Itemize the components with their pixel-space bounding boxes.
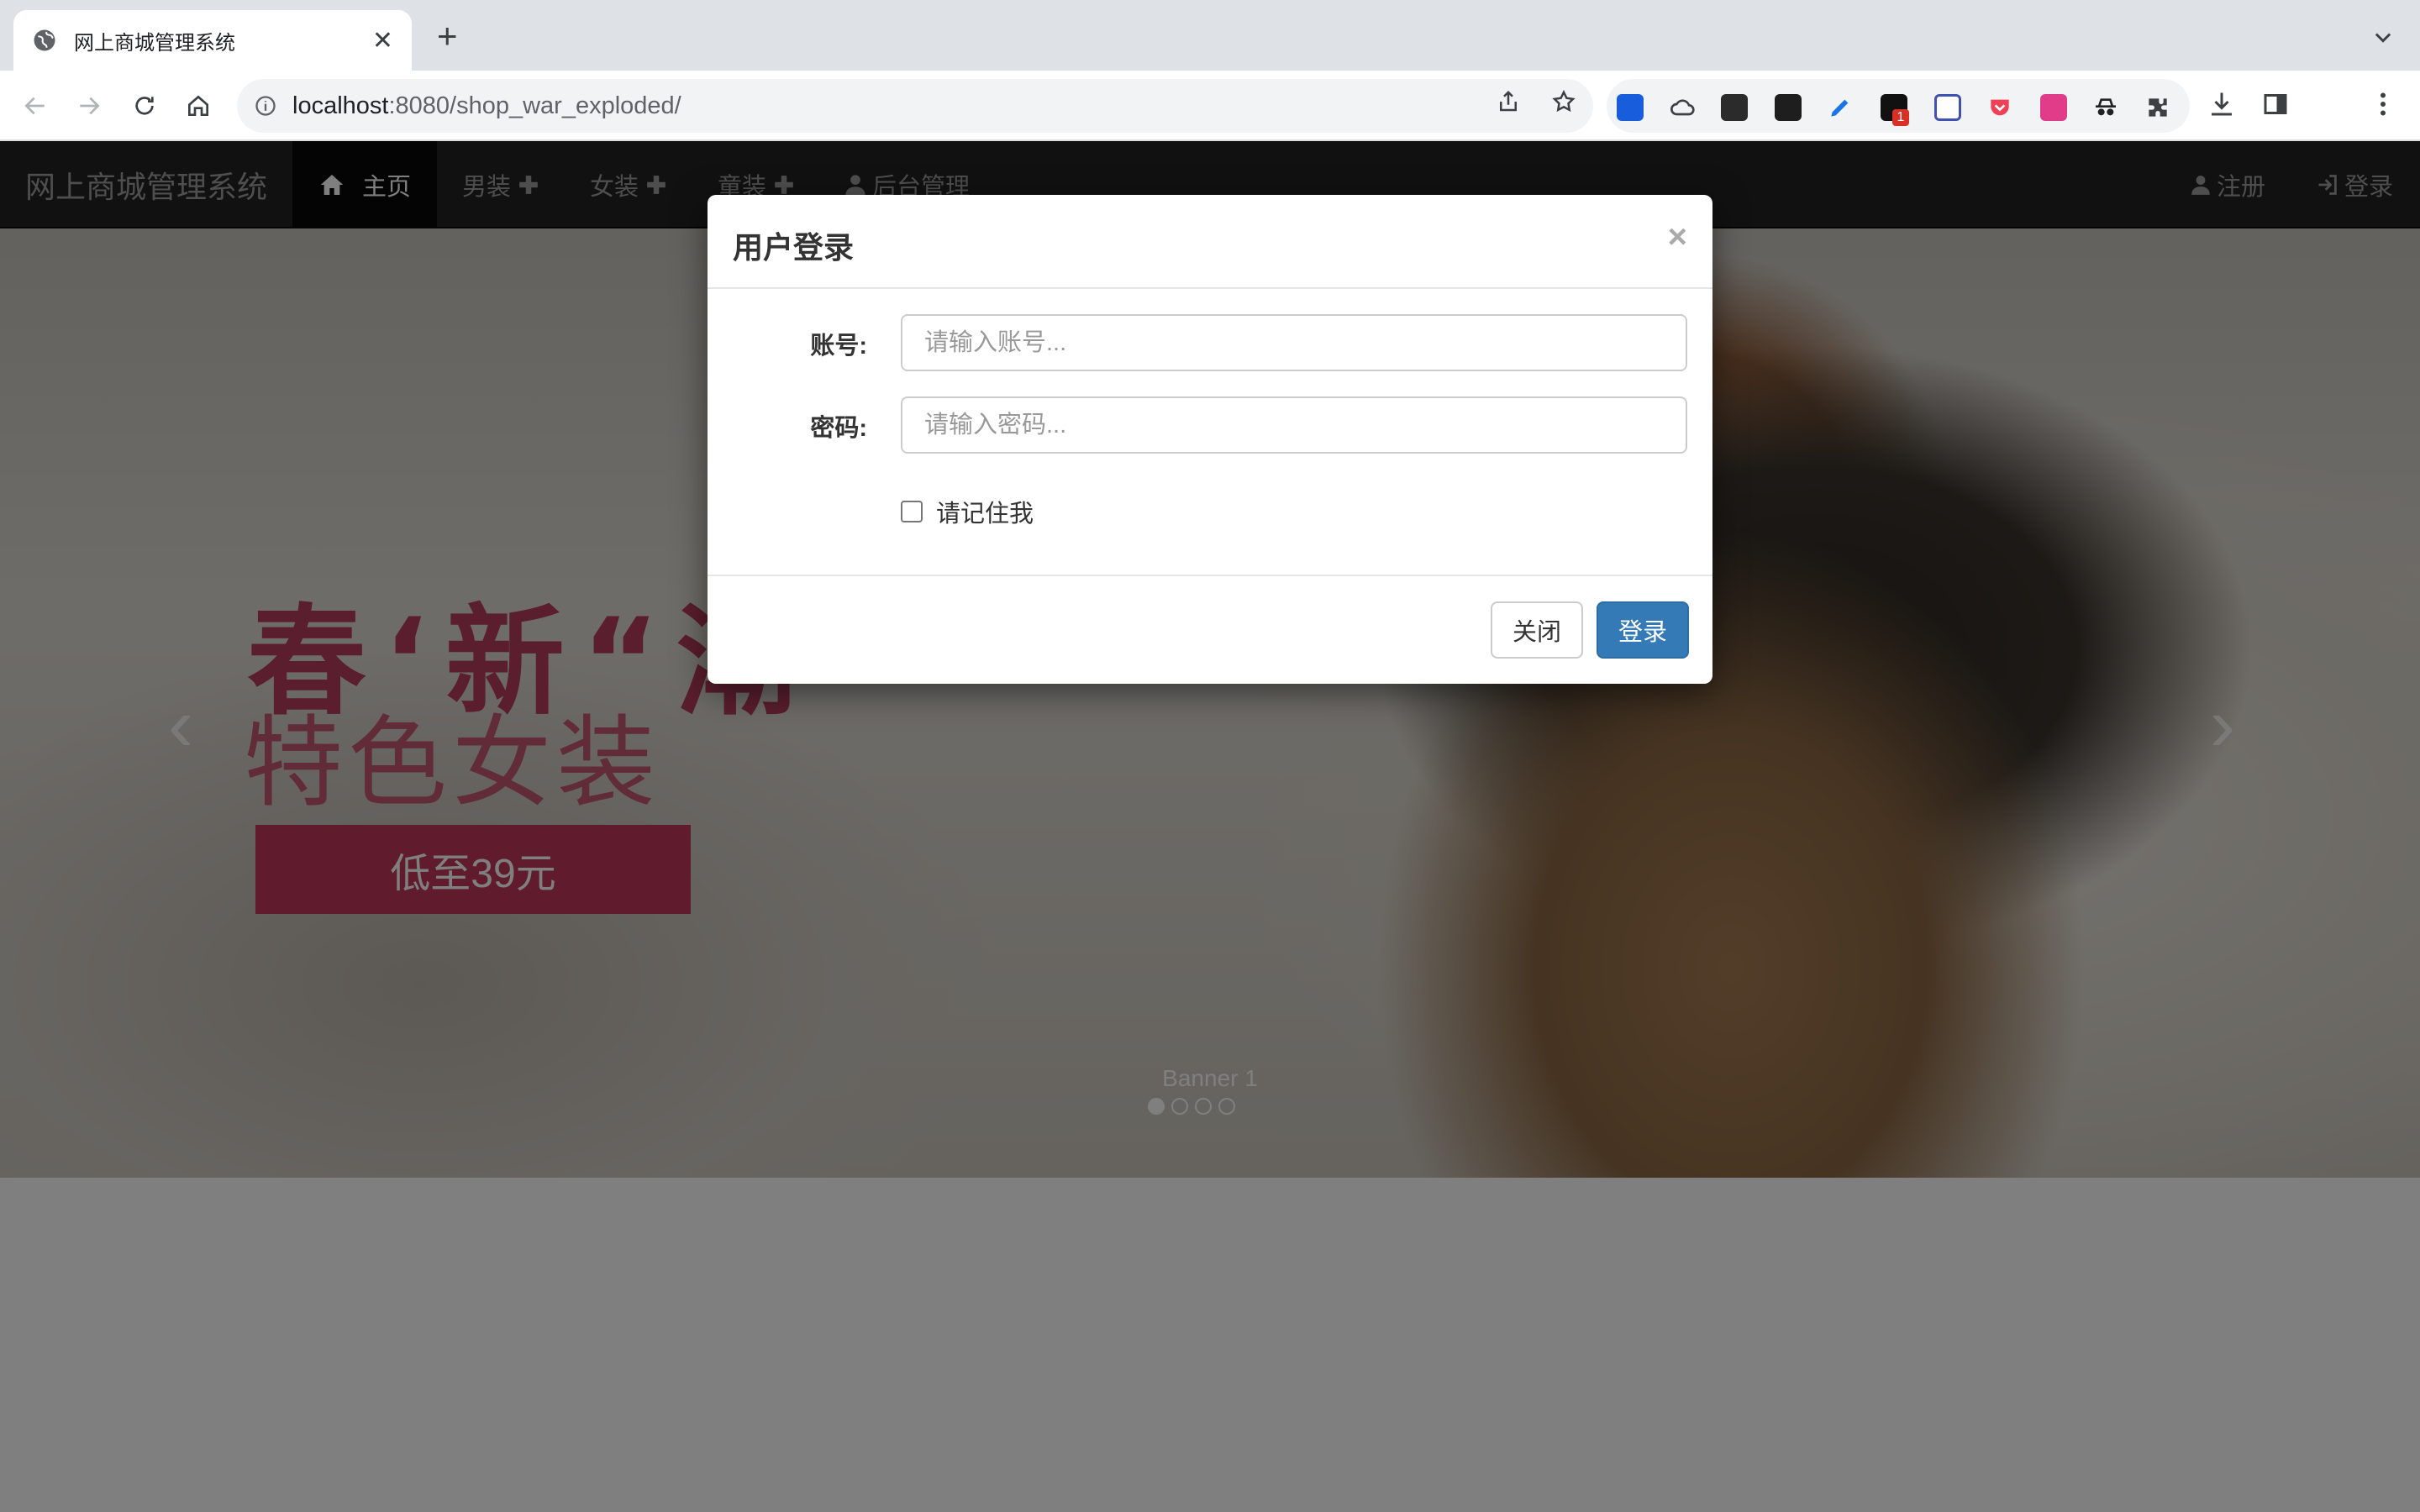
side-panel-icon[interactable] bbox=[2260, 89, 2291, 119]
password-input[interactable] bbox=[901, 396, 1687, 454]
back-icon[interactable] bbox=[18, 89, 52, 123]
password-label: 密码: bbox=[810, 415, 867, 442]
terminal-icon[interactable] bbox=[1775, 94, 1802, 121]
modal-header: 用户登录 × bbox=[708, 195, 1712, 289]
download-icon[interactable] bbox=[2207, 89, 2237, 119]
translate-icon[interactable] bbox=[2040, 94, 2067, 121]
remember-me-row[interactable]: 请记住我 bbox=[901, 494, 1034, 529]
pocket-icon[interactable] bbox=[1986, 94, 2013, 121]
bitwarden-icon[interactable] bbox=[1617, 94, 1644, 121]
dictionary-icon[interactable] bbox=[1721, 94, 1748, 121]
url-text: localhost:8080/shop_war_exploded/ bbox=[292, 92, 681, 119]
login-modal: 用户登录 × 账号: 密码: 请记住我 关闭 登录 bbox=[708, 195, 1712, 684]
new-tab-icon[interactable]: + bbox=[437, 18, 458, 54]
modal-title: 用户登录 bbox=[733, 230, 855, 265]
info-icon[interactable] bbox=[254, 94, 277, 118]
address-bar[interactable]: localhost:8080/shop_war_exploded/ bbox=[237, 79, 1593, 133]
cloud-icon[interactable] bbox=[1669, 94, 1696, 121]
browser-tabstrip: 网上商城管理系统 ✕ + bbox=[0, 0, 2420, 71]
extension-badge-icon[interactable]: 1 bbox=[1881, 94, 1909, 126]
remember-me-checkbox[interactable] bbox=[901, 501, 923, 522]
extension-badge: 1 bbox=[1892, 109, 1909, 126]
highlighter-icon[interactable] bbox=[1827, 94, 1854, 121]
modal-footer: 关闭 登录 bbox=[708, 575, 1712, 684]
chevron-down-icon[interactable] bbox=[2371, 25, 2395, 49]
close-tab-icon[interactable]: ✕ bbox=[372, 26, 393, 55]
extensions-area: 1 bbox=[1607, 79, 2190, 133]
tab-title: 网上商城管理系统 bbox=[74, 31, 235, 55]
browser-tab[interactable]: 网上商城管理系统 ✕ bbox=[13, 10, 412, 71]
remember-me-label[interactable]: 请记住我 bbox=[936, 494, 1034, 529]
close-button[interactable]: 关闭 bbox=[1491, 601, 1583, 659]
share-icon[interactable] bbox=[1496, 89, 1521, 114]
window-icon[interactable] bbox=[1934, 94, 1961, 121]
reload-icon[interactable] bbox=[128, 89, 161, 123]
incognito-icon[interactable] bbox=[2092, 94, 2119, 121]
browser-toolbar: localhost:8080/shop_war_exploded/ 1 bbox=[0, 71, 2420, 141]
puzzle-icon[interactable] bbox=[2144, 94, 2171, 121]
close-icon[interactable]: × bbox=[1668, 218, 1687, 256]
account-label: 账号: bbox=[810, 333, 867, 360]
globe-icon bbox=[34, 29, 55, 51]
forward-icon[interactable] bbox=[72, 89, 106, 123]
bookmark-star-icon[interactable] bbox=[1551, 89, 1576, 114]
account-input[interactable] bbox=[901, 314, 1687, 371]
home-browser-icon[interactable] bbox=[182, 89, 215, 123]
login-button[interactable]: 登录 bbox=[1597, 601, 1689, 659]
kebab-menu-icon[interactable] bbox=[2368, 89, 2398, 119]
